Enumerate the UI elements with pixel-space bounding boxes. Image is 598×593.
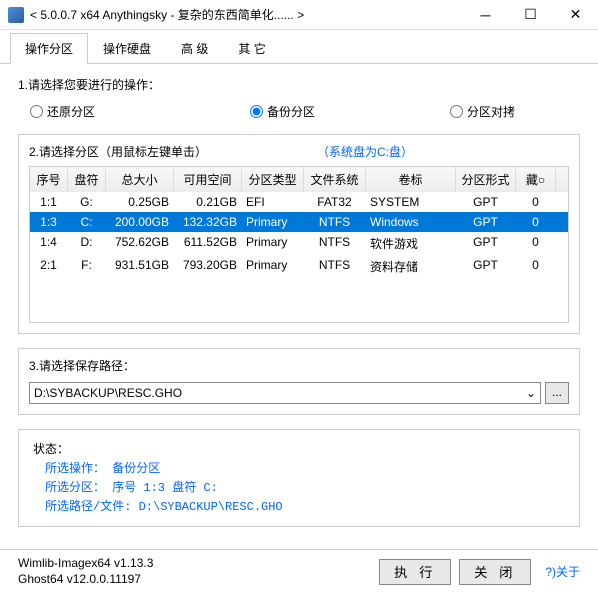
table-cell: 软件游戏 — [366, 232, 456, 255]
col-header[interactable]: 总大小 — [106, 167, 174, 192]
col-header[interactable]: 可用空间 — [174, 167, 242, 192]
table-row[interactable]: 1:1G:0.25GB0.21GBEFIFAT32SYSTEMGPT0 — [30, 192, 568, 212]
table-row[interactable]: 1:4D:752.62GB611.52GBPrimaryNTFS软件游戏GPT0 — [30, 232, 568, 255]
table-cell: 611.52GB — [174, 232, 242, 255]
table-cell: 0.21GB — [174, 192, 242, 212]
radio-backup[interactable]: 备份分区 — [250, 103, 450, 120]
execute-button[interactable]: 执 行 — [379, 559, 451, 585]
partition-table: 序号盘符总大小可用空间分区类型文件系统卷标分区形式藏○ 1:1G:0.25GB0… — [29, 166, 569, 323]
col-header[interactable]: 藏○ — [516, 167, 556, 192]
version-wimlib: Wimlib-Imagex64 v1.13.3 — [18, 556, 371, 572]
table-cell: 0 — [516, 212, 556, 232]
chevron-down-icon: ⌄ — [526, 386, 536, 400]
section3-label: 3.请选择保存路径： — [29, 357, 569, 374]
table-cell: 200.00GB — [106, 212, 174, 232]
table-cell: FAT32 — [304, 192, 366, 212]
col-header[interactable]: 盘符 — [68, 167, 106, 192]
col-header[interactable]: 序号 — [30, 167, 68, 192]
table-cell: NTFS — [304, 232, 366, 255]
table-cell: Primary — [242, 212, 304, 232]
table-row[interactable]: 2:1F:931.51GB793.20GBPrimaryNTFS资料存储GPT0 — [30, 255, 568, 278]
system-disk-hint: （系统盘为C:盘） — [317, 143, 413, 160]
status-operation: 所选操作： 备份分区 — [33, 459, 565, 476]
table-cell: C: — [68, 212, 106, 232]
table-cell: 793.20GB — [174, 255, 242, 278]
table-cell: 0.25GB — [106, 192, 174, 212]
minimize-button[interactable]: ─ — [463, 0, 508, 30]
table-cell: GPT — [456, 232, 516, 255]
table-cell: 2:1 — [30, 255, 68, 278]
col-header[interactable]: 分区类型 — [242, 167, 304, 192]
table-cell: 931.51GB — [106, 255, 174, 278]
table-cell: NTFS — [304, 212, 366, 232]
status-label: 状态： — [33, 440, 565, 457]
tab-partition[interactable]: 操作分区 — [10, 33, 88, 64]
browse-button[interactable]: ... — [545, 382, 569, 404]
table-cell: 0 — [516, 255, 556, 278]
table-cell: 1:4 — [30, 232, 68, 255]
app-icon — [8, 7, 24, 23]
section1-label: 1.请选择您要进行的操作： — [18, 76, 580, 93]
table-cell: Primary — [242, 232, 304, 255]
tab-disk[interactable]: 操作硬盘 — [88, 33, 166, 64]
tab-other[interactable]: 其 它 — [223, 33, 280, 64]
close-button[interactable]: 关 闭 — [459, 559, 531, 585]
close-window-button[interactable]: ✕ — [553, 0, 598, 30]
col-header[interactable]: 分区形式 — [456, 167, 516, 192]
radio-clone[interactable]: 分区对拷 — [450, 103, 515, 120]
table-cell: NTFS — [304, 255, 366, 278]
tab-advanced[interactable]: 高 级 — [166, 33, 223, 64]
table-cell: 资料存储 — [366, 255, 456, 278]
table-cell: 1:1 — [30, 192, 68, 212]
col-header[interactable]: 文件系统 — [304, 167, 366, 192]
table-cell: GPT — [456, 192, 516, 212]
table-cell: GPT — [456, 255, 516, 278]
table-cell: Windows — [366, 212, 456, 232]
table-cell: 0 — [516, 232, 556, 255]
about-link[interactable]: ?)关于 — [545, 563, 580, 580]
version-ghost: Ghost64 v12.0.0.11197 — [18, 572, 371, 588]
section2-label: 2.请选择分区（用鼠标左键单击） — [29, 143, 207, 160]
save-path-select[interactable]: D:\SYBACKUP\RESC.GHO ⌄ — [29, 382, 541, 404]
table-cell: 0 — [516, 192, 556, 212]
table-cell: G: — [68, 192, 106, 212]
save-path-value: D:\SYBACKUP\RESC.GHO — [34, 386, 182, 400]
table-cell: Primary — [242, 255, 304, 278]
maximize-button[interactable]: ☐ — [508, 0, 553, 30]
table-cell: 752.62GB — [106, 232, 174, 255]
tab-bar: 操作分区 操作硬盘 高 级 其 它 — [0, 32, 598, 64]
table-cell: SYSTEM — [366, 192, 456, 212]
col-header[interactable]: 卷标 — [366, 167, 456, 192]
table-cell: GPT — [456, 212, 516, 232]
table-cell: F: — [68, 255, 106, 278]
table-cell: EFI — [242, 192, 304, 212]
table-cell: 1:3 — [30, 212, 68, 232]
status-path: 所选路径/文件: D:\SYBACKUP\RESC.GHO — [33, 497, 565, 514]
table-cell: 132.32GB — [174, 212, 242, 232]
status-partition: 所选分区： 序号 1:3 盘符 C: — [33, 478, 565, 495]
radio-restore[interactable]: 还原分区 — [30, 103, 250, 120]
table-row[interactable]: 1:3C:200.00GB132.32GBPrimaryNTFSWindowsG… — [30, 212, 568, 232]
table-cell: D: — [68, 232, 106, 255]
window-title: < 5.0.0.7 x64 Anythingsky - 复杂的东西简单化....… — [30, 6, 463, 23]
